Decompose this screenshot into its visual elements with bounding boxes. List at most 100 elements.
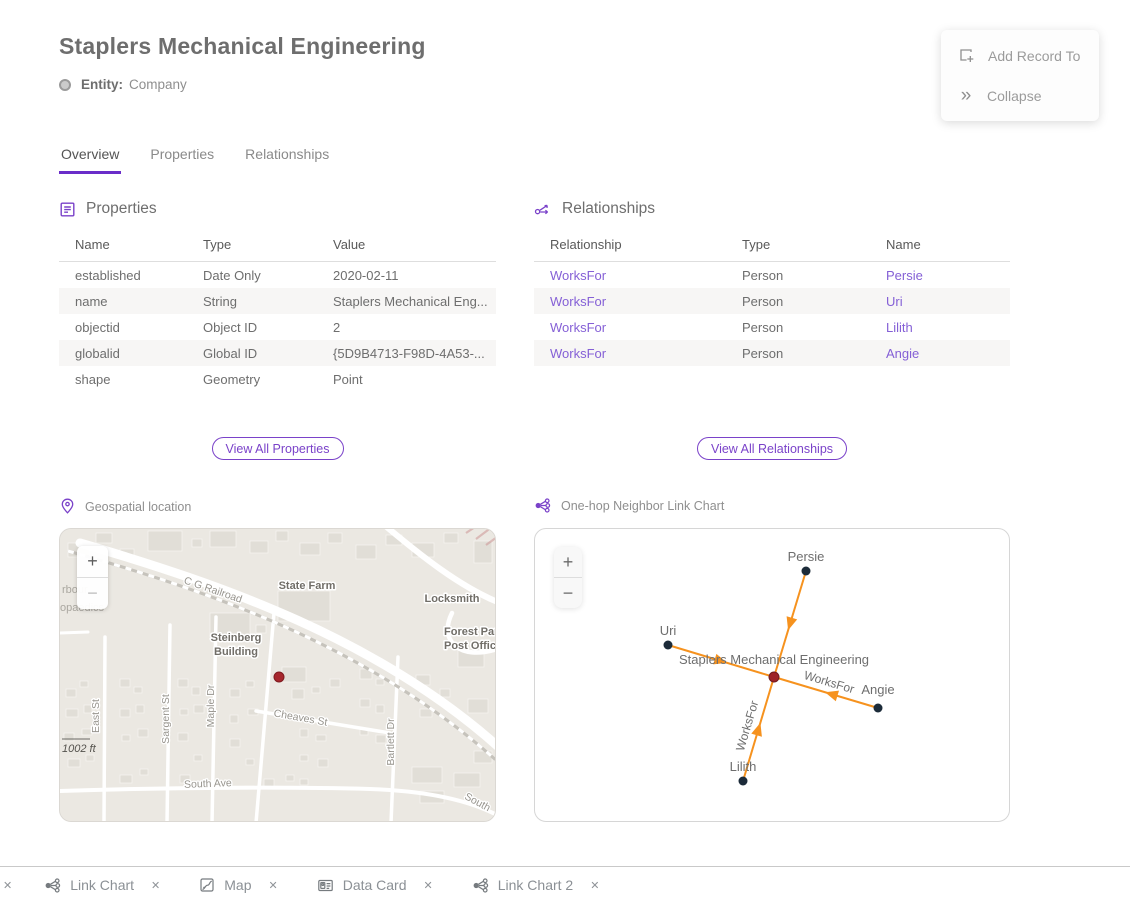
close-icon[interactable]: ✕: [422, 877, 435, 894]
col-header: Relationship: [550, 237, 742, 252]
dock-tab-data-card[interactable]: Data Card ✕: [317, 877, 435, 894]
map-label: Building: [214, 646, 258, 658]
view-all-relationships-button[interactable]: View All Relationships: [697, 437, 847, 460]
table-row: WorksFor Person Persie: [534, 262, 1010, 288]
link-chart-section-header: One-hop Neighbor Link Chart: [534, 498, 724, 513]
view-all-properties-button[interactable]: View All Properties: [212, 437, 344, 460]
close-icon[interactable]: ✕: [266, 877, 279, 894]
map-entity-marker[interactable]: [274, 672, 284, 682]
table-row: WorksFor Person Lilith: [534, 314, 1010, 340]
entity-link[interactable]: Lilith: [886, 320, 1010, 335]
prop-type: Geometry: [203, 372, 333, 387]
table-row: shape Geometry Point: [59, 366, 496, 392]
add-record-icon: [958, 47, 975, 64]
col-header: Type: [203, 237, 333, 252]
prop-name: objectid: [75, 320, 203, 335]
link-chart-zoom-control: + −: [554, 547, 582, 608]
zoom-out-button[interactable]: −: [554, 578, 582, 608]
close-icon[interactable]: ✕: [588, 877, 601, 894]
graph-node-persie[interactable]: [802, 567, 811, 576]
link-chart-canvas[interactable]: Persie Uri Angie Lilith Staplers Mechani…: [535, 529, 1009, 821]
graph-node-center[interactable]: [769, 672, 779, 682]
center-node-label: Staplers Mechanical Engineering: [679, 652, 869, 667]
menu-item-label: Add Record To: [988, 48, 1080, 64]
zoom-in-button[interactable]: +: [77, 546, 108, 577]
relationship-link[interactable]: WorksFor: [550, 320, 742, 335]
entity-link[interactable]: Persie: [886, 268, 1010, 283]
relationships-icon: [534, 201, 552, 217]
table-row: WorksFor Person Uri: [534, 288, 1010, 314]
link-chart-panel[interactable]: Persie Uri Angie Lilith Staplers Mechani…: [534, 528, 1010, 822]
table-row: established Date Only 2020-02-11: [59, 262, 496, 288]
map-label: Bartlett Dr: [385, 718, 397, 766]
rel-type: Person: [742, 294, 886, 309]
dock-tab-map[interactable]: Map ✕: [199, 877, 279, 894]
map-label: Steinberg: [211, 632, 262, 644]
prop-type: String: [203, 294, 333, 309]
relationship-link[interactable]: WorksFor: [550, 346, 742, 361]
menu-item-add-record-to[interactable]: Add Record To: [941, 35, 1099, 76]
col-header: Name: [886, 237, 1010, 252]
menu-item-collapse[interactable]: » Collapse: [941, 76, 1099, 116]
relationships-section: Relationships Relationship Type Name Wor…: [534, 199, 1010, 489]
close-icon[interactable]: ✕: [149, 877, 162, 894]
relationship-link[interactable]: WorksFor: [550, 294, 742, 309]
geospatial-section-header: Geospatial location: [60, 498, 191, 515]
zoom-out-button[interactable]: −: [77, 578, 108, 609]
table-row: name String Staplers Mechanical Eng...: [59, 288, 496, 314]
dock-tab-label: Link Chart: [70, 877, 134, 893]
relationship-link[interactable]: WorksFor: [550, 268, 742, 283]
table-row: globalid Global ID {5D9B4713-F98D-4A53-.…: [59, 340, 496, 366]
col-header: Name: [75, 237, 203, 252]
prop-value: {5D9B4713-F98D-4A53-...: [333, 346, 496, 361]
dock-tab-link-chart-2[interactable]: Link Chart 2 ✕: [472, 877, 602, 894]
tab-overview[interactable]: Overview: [59, 144, 121, 174]
graph-node-lilith[interactable]: [739, 777, 748, 786]
rel-type: Person: [742, 268, 886, 283]
dock-tab-label: Link Chart 2: [498, 877, 573, 893]
entity-color-dot: [59, 79, 71, 91]
subsection-title: One-hop Neighbor Link Chart: [561, 499, 724, 513]
entity-label: Entity:: [81, 77, 123, 92]
menu-item-label: Collapse: [987, 88, 1041, 104]
entity-link[interactable]: Angie: [886, 346, 1010, 361]
dock-tab-label: Map: [224, 877, 251, 893]
rel-type: Person: [742, 320, 886, 335]
properties-table: Name Type Value established Date Only 20…: [59, 232, 496, 392]
edge-label: WorksFor: [733, 699, 761, 753]
prop-value: 2020-02-11: [333, 268, 496, 283]
prop-name: established: [75, 268, 203, 283]
zoom-in-button[interactable]: +: [554, 547, 582, 577]
dock-tab-link-chart[interactable]: Link Chart ✕: [44, 877, 162, 894]
table-row: objectid Object ID 2: [59, 314, 496, 340]
map-zoom-control: + −: [77, 546, 108, 609]
context-menu: Add Record To » Collapse: [941, 30, 1099, 121]
graph-node-angie[interactable]: [874, 704, 883, 713]
tab-properties[interactable]: Properties: [148, 144, 216, 174]
prop-type: Global ID: [203, 346, 333, 361]
section-title: Properties: [86, 200, 157, 218]
map-label: Forest Par: [444, 626, 496, 638]
prop-name: globalid: [75, 346, 203, 361]
dock-tab-label: Data Card: [343, 877, 407, 893]
prop-type: Date Only: [203, 268, 333, 283]
entity-type: Company: [129, 77, 187, 92]
graph-node-uri[interactable]: [664, 641, 673, 650]
node-label: Uri: [660, 623, 677, 638]
detail-tabs: Overview Properties Relationships: [59, 144, 331, 174]
link-chart-icon: [44, 878, 61, 893]
prop-value: Point: [333, 372, 496, 387]
collapse-icon: »: [958, 89, 974, 103]
prop-name: shape: [75, 372, 203, 387]
map-label: Maple Dr: [205, 684, 217, 727]
subsection-title: Geospatial location: [85, 500, 191, 514]
map-panel[interactable]: 1002 ft rbour opaedics C G Railroad Stat…: [59, 528, 496, 822]
link-chart-icon: [472, 878, 489, 893]
page-title: Staplers Mechanical Engineering: [59, 33, 426, 60]
map-icon: [199, 877, 215, 893]
close-icon[interactable]: ✕: [1, 877, 14, 894]
tab-relationships[interactable]: Relationships: [243, 144, 331, 174]
rel-type: Person: [742, 346, 886, 361]
map-canvas[interactable]: 1002 ft rbour opaedics C G Railroad Stat…: [60, 529, 496, 822]
entity-link[interactable]: Uri: [886, 294, 1010, 309]
